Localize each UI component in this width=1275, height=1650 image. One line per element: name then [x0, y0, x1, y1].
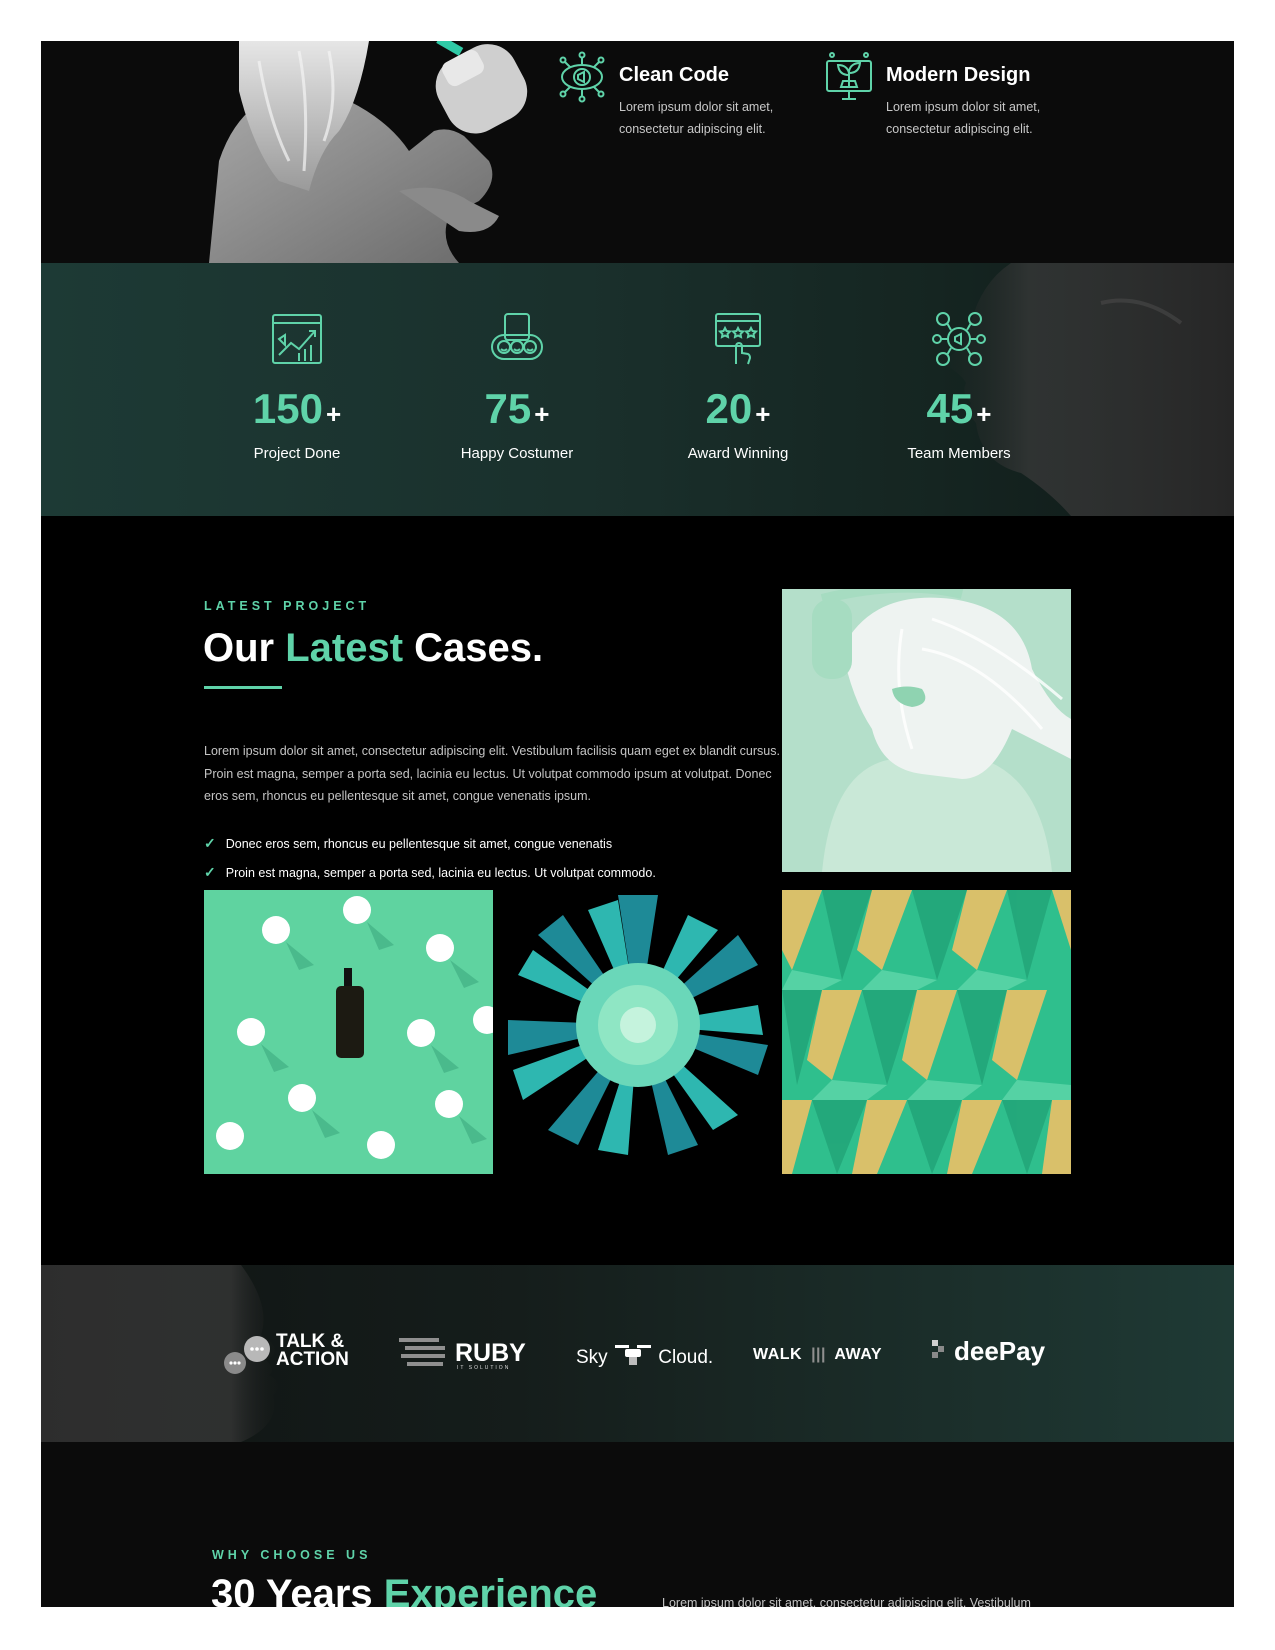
- case-image-headphones[interactable]: [782, 589, 1071, 872]
- page: Clean Code Lorem ipsum dolor sit amet, c…: [41, 41, 1234, 1607]
- monitor-plant-icon: [826, 52, 872, 100]
- section-eyebrow: LATEST PROJECT: [204, 599, 371, 613]
- section-heading: 30 Years Experience: [211, 1572, 598, 1607]
- case-image-bottle[interactable]: [204, 890, 493, 1174]
- check-item: ✓ Donec eros sem, rhoncus eu pellentesque…: [204, 835, 613, 851]
- logo-text: Cloud.: [658, 1347, 714, 1368]
- logo-text: deePay: [954, 1336, 1046, 1366]
- eye-megaphone-icon: [559, 51, 605, 103]
- feature-text: Lorem ipsum dolor sit amet, consectetur …: [619, 100, 774, 136]
- logo-walk-away[interactable]: WALK ||| AWAY: [753, 1346, 882, 1364]
- counter-value: 150 +: [252, 385, 342, 432]
- counters-section: 150 + Project Done 75 + Happy Costumer 2…: [41, 263, 1234, 516]
- check-icon: ✓: [204, 864, 216, 880]
- counter-projects: 150 + Project Done: [197, 311, 397, 471]
- happy-faces-phone-icon: [491, 313, 543, 360]
- counter-team: 45 + Team Members: [859, 311, 1059, 471]
- deepay-mark-icon: [932, 1340, 944, 1358]
- logo-sky-cloud[interactable]: Sky Cloud.: [576, 1343, 713, 1369]
- check-icon: ✓: [204, 835, 216, 851]
- logo-text: WALK: [753, 1346, 803, 1363]
- growth-chart-icon: [272, 314, 322, 364]
- ruby-mark-icon: [399, 1338, 445, 1366]
- rating-stars-hand-icon: [715, 313, 761, 365]
- chat-bubbles-icon: [224, 1336, 270, 1374]
- counter-value: 45 +: [926, 385, 992, 432]
- section-eyebrow: WHY CHOOSE US: [212, 1548, 372, 1562]
- counter-label: Team Members: [907, 445, 1011, 462]
- counter-value: 75 +: [484, 385, 550, 432]
- logo-text: RUBY: [455, 1339, 526, 1367]
- feature-title: Clean Code: [619, 64, 730, 86]
- client-logos-section: TALK & ACTION RUBY IT SOLUTION Sky Cloud…: [41, 1265, 1234, 1442]
- counter-label: Happy Costumer: [460, 445, 574, 462]
- counter-customers: 75 + Happy Costumer: [417, 311, 617, 471]
- section-heading: Our Latest Cases.: [203, 626, 544, 670]
- feature-title: Modern Design: [886, 64, 1031, 86]
- heading-underline: [204, 686, 282, 689]
- logo-text: Sky: [576, 1347, 608, 1368]
- feature-text: Lorem ipsum dolor sit amet, consectetur …: [886, 100, 1041, 136]
- section-paragraph: Lorem ipsum dolor sit amet, consectetur …: [662, 1596, 1031, 1607]
- bars-icon: |||: [811, 1346, 826, 1363]
- feature-clean-code: Clean Code Lorem ipsum dolor sit amet, c…: [557, 51, 807, 161]
- counter-label: Award Winning: [687, 445, 789, 462]
- drone-icon: [614, 1345, 651, 1365]
- counter-value: 20 +: [705, 385, 771, 432]
- feature-modern-design: Modern Design Lorem ipsum dolor sit amet…: [824, 51, 1074, 161]
- logo-text: AWAY: [834, 1346, 883, 1363]
- section-paragraph: Lorem ipsum dolor sit amet, consectetur …: [204, 744, 780, 803]
- check-item: ✓ Proin est magna, semper a porta sed, la…: [204, 864, 656, 880]
- case-image-paper-flower[interactable]: [493, 890, 782, 1174]
- logo-subtext: IT SOLUTION: [457, 1365, 511, 1371]
- model-drinking-photo: [209, 41, 528, 263]
- case-image-origami[interactable]: [782, 890, 1071, 1174]
- features-section: Clean Code Lorem ipsum dolor sit amet, c…: [41, 41, 1234, 263]
- social-network-megaphone-icon: [932, 312, 986, 366]
- why-choose-section: WHY CHOOSE US 30 Years Experience Lorem …: [41, 1442, 1234, 1607]
- latest-cases-section: LATEST PROJECT Our Latest Cases. Lorem i…: [41, 516, 1234, 1265]
- counter-label: Project Done: [253, 445, 341, 462]
- counter-awards: 20 + Award Winning: [638, 311, 838, 471]
- logo-text-line: ACTION: [276, 1349, 349, 1370]
